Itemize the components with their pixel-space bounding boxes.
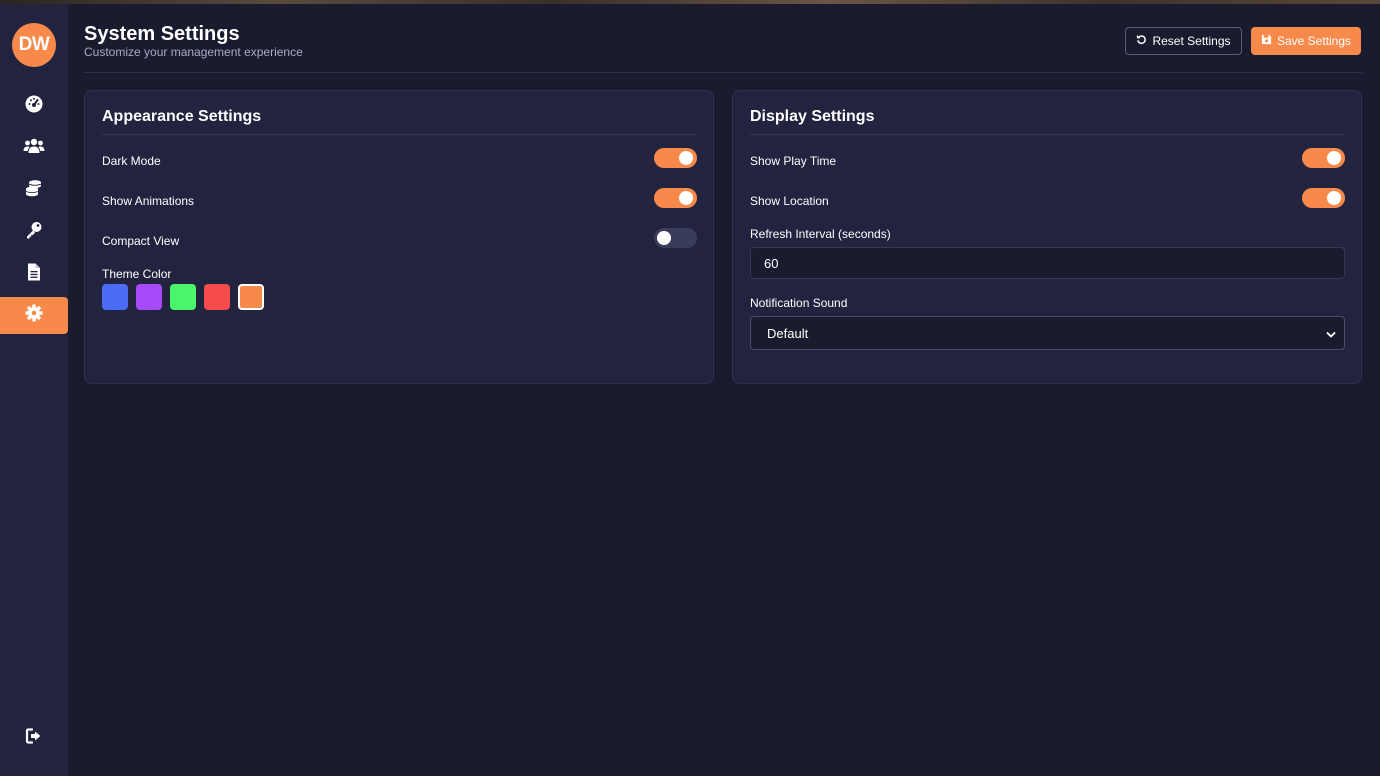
theme-swatch-red[interactable]	[204, 284, 230, 310]
compact-view-label: Compact View	[102, 234, 180, 248]
reset-settings-label: Reset Settings	[1152, 34, 1231, 48]
save-settings-button[interactable]: Save Settings	[1251, 27, 1361, 55]
users-icon	[23, 136, 45, 161]
key-icon	[24, 220, 44, 245]
refresh-interval-label: Refresh Interval (seconds)	[750, 227, 891, 241]
show-play-time-label: Show Play Time	[750, 154, 837, 168]
coins-icon	[24, 178, 44, 203]
theme-swatch-blue[interactable]	[102, 284, 128, 310]
logout-button[interactable]	[0, 720, 68, 757]
dashboard-icon	[24, 94, 44, 119]
reset-settings-button[interactable]: Reset Settings	[1125, 27, 1242, 55]
toggle-knob	[1327, 191, 1341, 205]
theme-swatch-orange[interactable]	[238, 284, 264, 310]
card-divider	[750, 134, 1345, 135]
refresh-interval-input[interactable]: 60	[750, 247, 1345, 279]
appearance-settings-title: Appearance Settings	[102, 108, 262, 125]
notification-sound-label: Notification Sound	[750, 296, 848, 310]
nav-documents[interactable]	[0, 256, 68, 293]
display-settings-title: Display Settings	[750, 108, 875, 125]
appearance-settings-card: Appearance Settings Dark Mode Show Anima…	[84, 90, 714, 384]
toggle-knob	[679, 151, 693, 165]
show-location-toggle[interactable]	[1302, 188, 1345, 208]
notification-sound-value: Default	[767, 325, 809, 341]
card-divider	[102, 134, 697, 135]
nav-users[interactable]	[0, 130, 68, 167]
header-divider	[84, 72, 1362, 73]
logout-icon	[24, 726, 44, 751]
toggle-knob	[1327, 151, 1341, 165]
toggle-knob	[679, 191, 693, 205]
notification-sound-select[interactable]: Default	[750, 316, 1345, 350]
dark-mode-toggle[interactable]	[654, 148, 697, 168]
avatar[interactable]: DW	[12, 23, 56, 67]
sidebar: DW	[0, 4, 68, 776]
floppy-disk-icon	[1261, 34, 1272, 48]
settings-icon	[24, 303, 44, 328]
nav-settings[interactable]	[0, 297, 68, 334]
save-settings-label: Save Settings	[1276, 34, 1352, 48]
toggle-knob	[657, 231, 671, 245]
theme-swatch-green[interactable]	[170, 284, 196, 310]
show-location-label: Show Location	[750, 194, 829, 208]
undo-icon	[1136, 34, 1147, 48]
app-root: DW System Settings Customize your manage…	[0, 4, 1380, 776]
page-subtitle: Customize your management experience	[84, 45, 303, 59]
compact-view-toggle[interactable]	[654, 228, 697, 248]
document-icon	[24, 262, 44, 287]
main-content: System Settings Customize your managemen…	[84, 4, 1362, 776]
nav-keys[interactable]	[0, 214, 68, 251]
show-animations-toggle[interactable]	[654, 188, 697, 208]
nav-dashboard[interactable]	[0, 88, 68, 125]
display-settings-card: Display Settings Show Play Time Show Loc…	[732, 90, 1362, 384]
chevron-down-icon	[1326, 328, 1336, 338]
theme-swatch-purple[interactable]	[136, 284, 162, 310]
show-animations-label: Show Animations	[102, 194, 195, 208]
show-play-time-toggle[interactable]	[1302, 148, 1345, 168]
dark-mode-label: Dark Mode	[102, 154, 161, 168]
nav-coins[interactable]	[0, 172, 68, 209]
page-title: System Settings	[84, 23, 240, 45]
theme-color-label: Theme Color	[102, 267, 172, 281]
